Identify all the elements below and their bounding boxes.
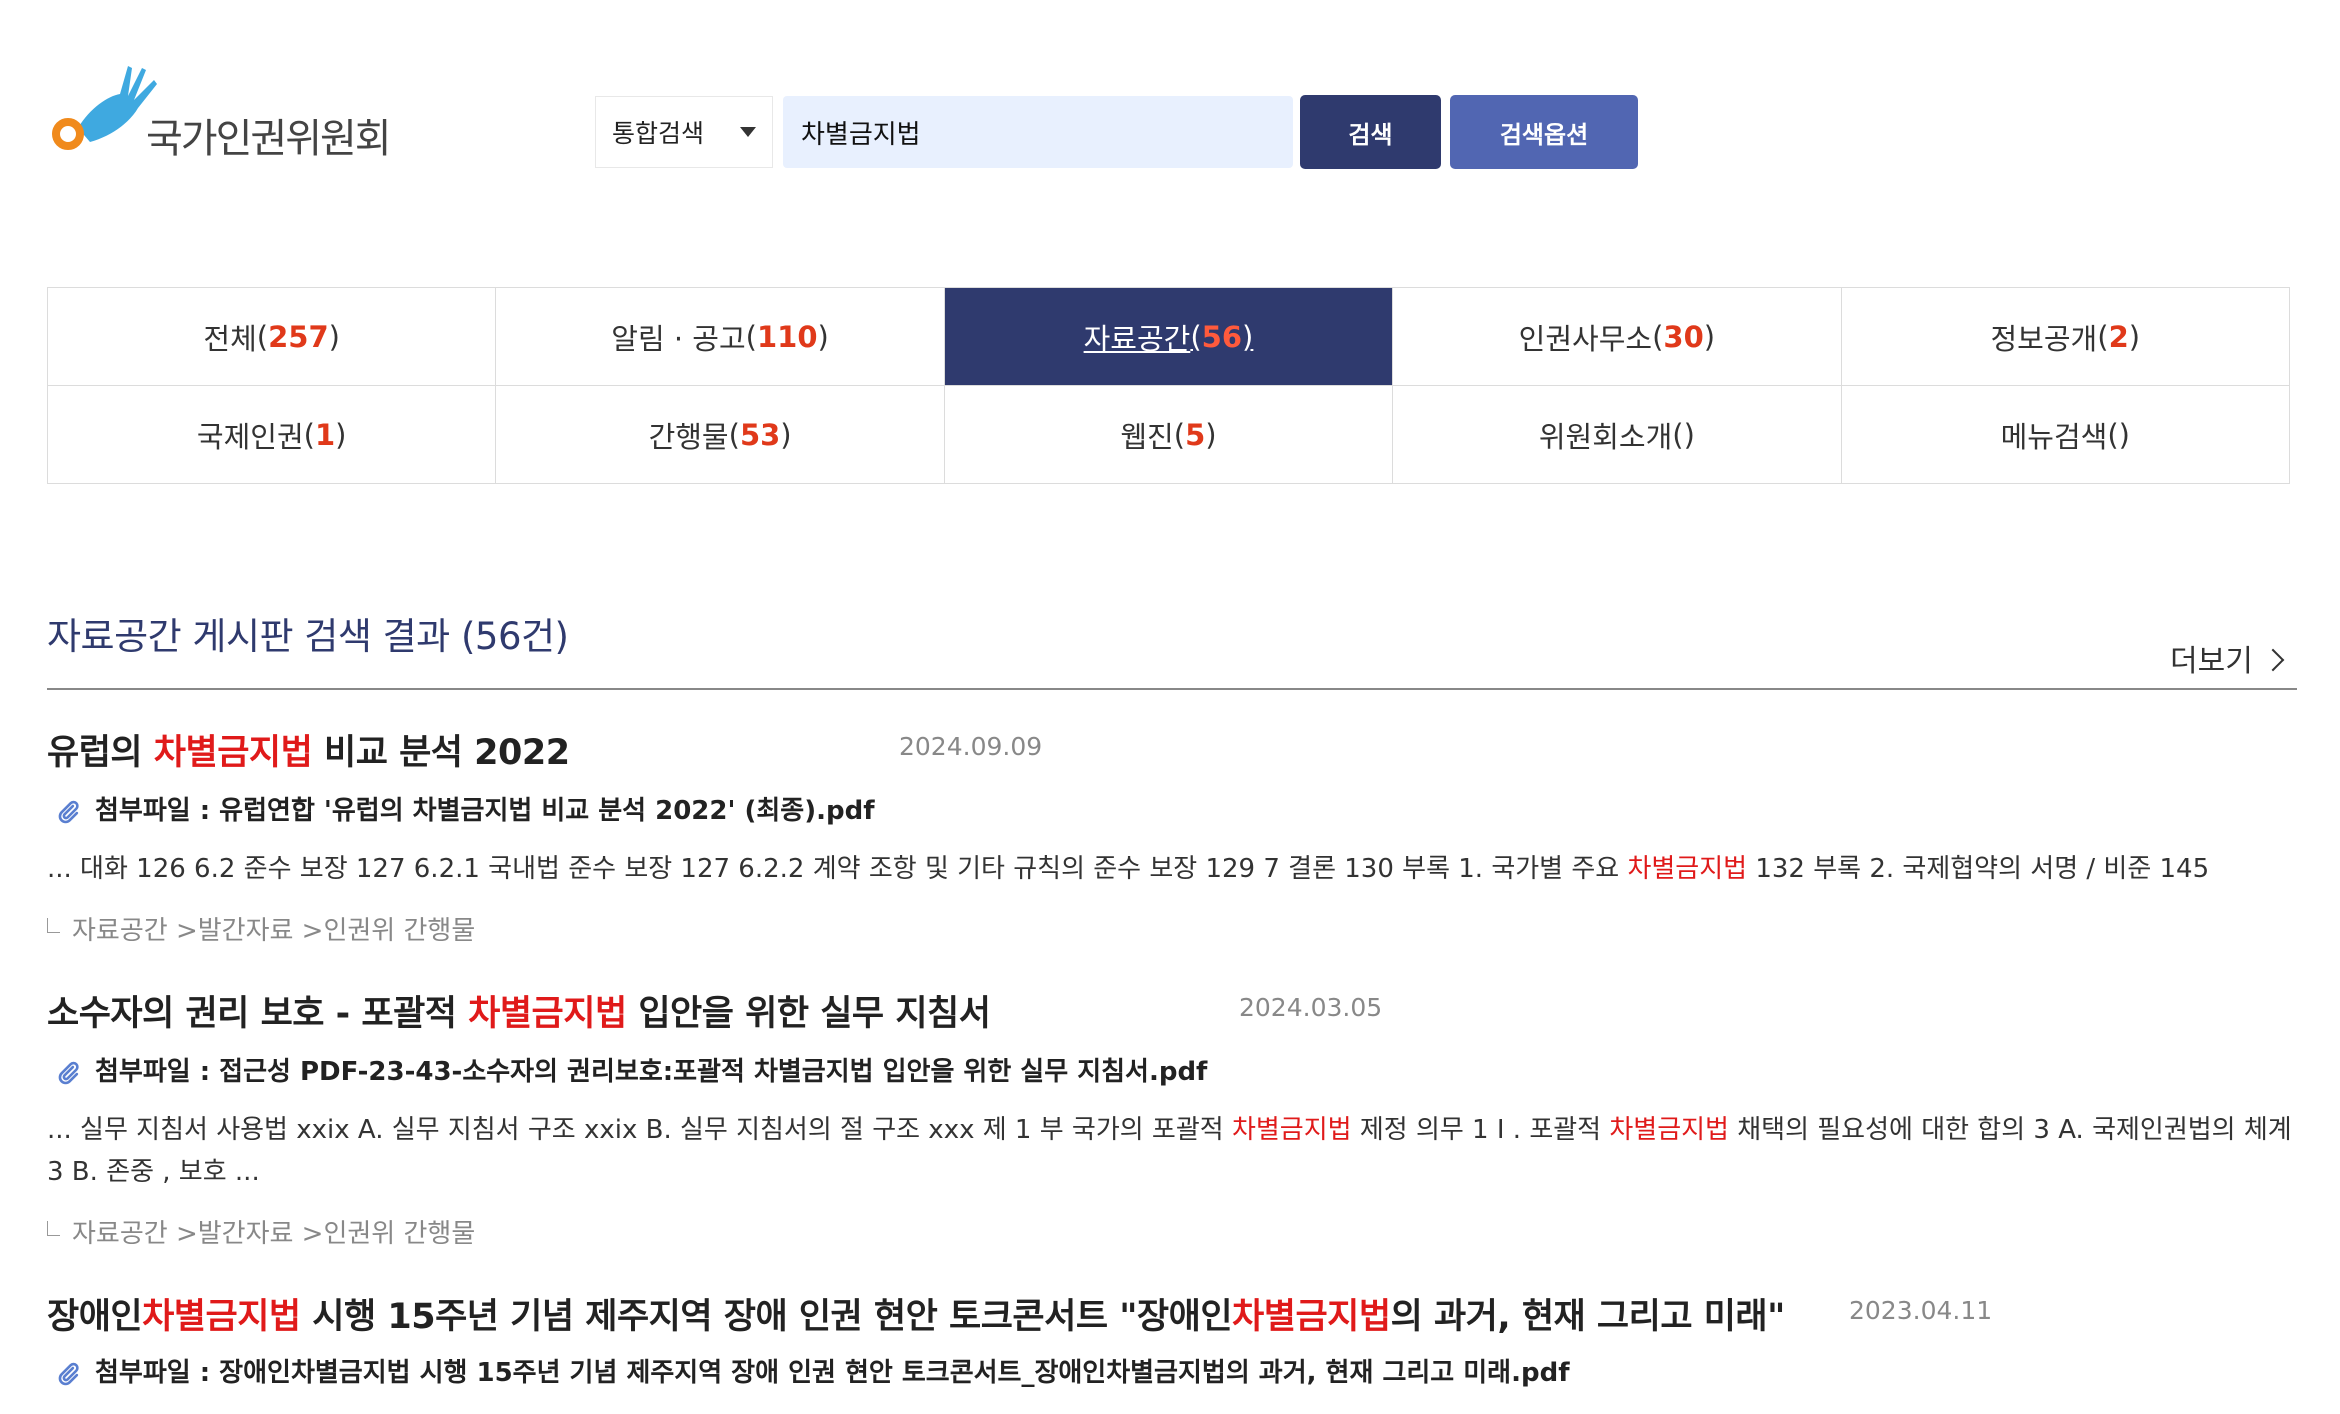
more-link[interactable]: 더보기 [2170,636,2285,680]
corner-icon [47,1221,60,1236]
tab-all[interactable]: 전체(257) [48,288,497,386]
tab-webzine[interactable]: 웹진(5) [944,386,1394,484]
tab-label: 웹진 [1120,419,1174,454]
search-scope-value: 통합검색 [612,119,705,148]
corner-icon [47,918,60,933]
paperclip-icon [58,800,79,823]
tab-label: 메뉴검색 [2000,419,2108,454]
tab-count: 1 [314,417,336,452]
result-attachment[interactable]: 첨부파일 : 장애인차별금지법 시행 15주년 기념 제주지역 장애 인권 현안… [55,1352,1570,1389]
search-button[interactable]: 검색 [1300,95,1441,169]
result-attachment[interactable]: 첨부파일 : 접근성 PDF-23-43-소수자의 권리보호:포괄적 차별금지법… [55,1051,1207,1088]
tab-count: 110 [757,319,818,354]
more-label: 더보기 [2170,644,2253,679]
tab-count: 257 [268,319,329,354]
result-item: 유럽의 차별금지법 비교 분석 2022 2024.09.09 첨부파일 : 유… [47,724,2297,946]
tab-count: 30 [1663,319,1704,354]
search-input[interactable] [783,96,1293,168]
tab-count: 2 [2108,319,2129,354]
category-tabs: 전체(257) 알림 · 공고(110) 자료공간(56) 인권사무소(30) … [47,287,2290,484]
search-scope-select[interactable]: 통합검색 [595,96,773,168]
divider [47,688,2297,690]
result-date: 2024.09.09 [899,732,1043,761]
tab-count: 56 [1201,319,1243,354]
tab-disclosure[interactable]: 정보공개(2) [1841,288,2290,386]
result-date: 2024.03.05 [1239,993,1383,1022]
tab-count: 5 [1185,417,1206,452]
result-item: 소수자의 권리 보호 - 포괄적 차별금지법 입안을 위한 실무 지침서 202… [47,985,2297,1249]
tab-label: 전체 [203,321,257,356]
tab-offices[interactable]: 인권사무소(30) [1393,288,1842,386]
result-snippet: ... 실무 지침서 사용법 xxix A. 실무 지침서 구조 xxix B.… [47,1115,2292,1187]
tab-publications[interactable]: 간행물(53) [496,386,945,484]
site-logo[interactable]: 국가인권위원회 [50,58,392,168]
tab-international[interactable]: 국제인권(1) [48,386,497,484]
section-title: 자료공간 게시판 검색 결과 (56건) [47,615,569,658]
result-path[interactable]: 자료공간 >발간자료 >인권위 간행물 [47,910,475,947]
tab-label: 알림 · 공고 [611,321,746,356]
tab-label: 간행물 [648,419,729,454]
tab-notices[interactable]: 알림 · 공고(110) [496,288,945,386]
paperclip-icon [58,1061,79,1084]
paperclip-icon [58,1362,79,1385]
search-options-button[interactable]: 검색옵션 [1450,95,1638,169]
result-item: 장애인차별금지법 시행 15주년 기념 제주지역 장애 인권 현안 토크콘서트 … [47,1288,2297,1388]
result-title[interactable]: 유럽의 차별금지법 비교 분석 2022 [47,724,2297,775]
tab-label: 자료공간 [1083,321,1191,356]
chevron-down-icon [740,127,756,137]
tab-label: 위원회소개 [1538,419,1673,454]
tab-resources[interactable]: 자료공간(56) [944,288,1394,386]
tab-label: 인권사무소 [1518,321,1653,356]
tab-about[interactable]: 위원회소개() [1393,386,1842,484]
result-path[interactable]: 자료공간 >발간자료 >인권위 간행물 [47,1213,475,1250]
result-attachment[interactable]: 첨부파일 : 유럽연합 '유럽의 차별금지법 비교 분석 2022' (최종).… [55,790,875,827]
result-date: 2023.04.11 [1849,1296,1993,1325]
chevron-right-icon [2261,648,2285,672]
result-snippet: ... 대화 126 6.2 준수 보장 127 6.2.1 국내법 준수 보장… [47,854,2210,884]
tab-label: 정보공개 [1990,321,2098,356]
logo-text: 국가인권위원회 [146,116,392,162]
hand-logo-icon [52,66,157,150]
tab-label: 국제인권 [196,419,304,454]
tab-menu-search[interactable]: 메뉴검색() [1841,386,2290,484]
result-title[interactable]: 소수자의 권리 보호 - 포괄적 차별금지법 입안을 위한 실무 지침서 [47,985,2297,1036]
tab-count: 53 [739,417,781,452]
